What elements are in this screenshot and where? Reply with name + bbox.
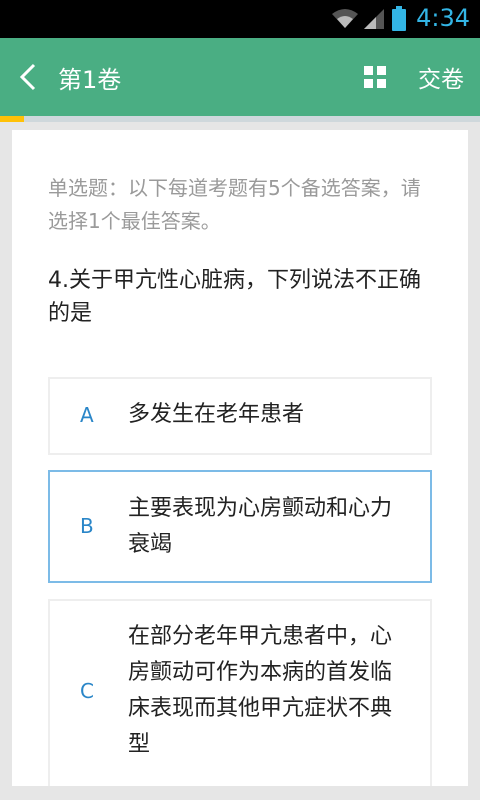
question-instruction: 单选题：以下每道考题有5个备选答案，请选择1个最佳答案。: [48, 176, 421, 233]
question-text: 4.关于甲亢性心脏病，下列说法不正确的是: [48, 268, 421, 326]
option-c[interactable]: C 在部分老年甲亢患者中，心房颤动可作为本病的首发临床表现而其他甲亢症状不典型: [48, 599, 432, 786]
option-text: 主要表现为心房颤动和心力衰竭: [128, 496, 393, 557]
progress-bar: [0, 116, 480, 122]
grid-icon[interactable]: [364, 66, 386, 88]
back-arrow-icon[interactable]: [14, 62, 44, 92]
progress-fill: [0, 116, 24, 122]
option-a[interactable]: A 多发生在老年患者: [48, 377, 432, 455]
battery-icon: [392, 6, 406, 31]
submit-exam-button[interactable]: 交卷: [418, 60, 464, 94]
app-bar: 第1卷 交卷: [0, 38, 480, 116]
status-bar: 4:34: [0, 0, 480, 38]
option-letter: A: [80, 403, 94, 427]
page-title: 第1卷: [58, 66, 122, 94]
signal-icon: [364, 9, 384, 29]
wifi-icon: [332, 9, 358, 28]
question-card: 单选题：以下每道考题有5个备选答案，请选择1个最佳答案。 4.关于甲亢性心脏病，…: [12, 130, 468, 786]
option-text: 在部分老年甲亢患者中，心房颤动可作为本病的首发临床表现而其他甲亢症状不典型: [128, 624, 393, 757]
option-b[interactable]: B 主要表现为心房颤动和心力衰竭: [48, 470, 432, 583]
option-text: 多发生在老年患者: [128, 402, 305, 427]
option-letter: C: [80, 679, 94, 703]
status-time: 4:34: [416, 4, 470, 32]
option-letter: B: [80, 514, 94, 538]
